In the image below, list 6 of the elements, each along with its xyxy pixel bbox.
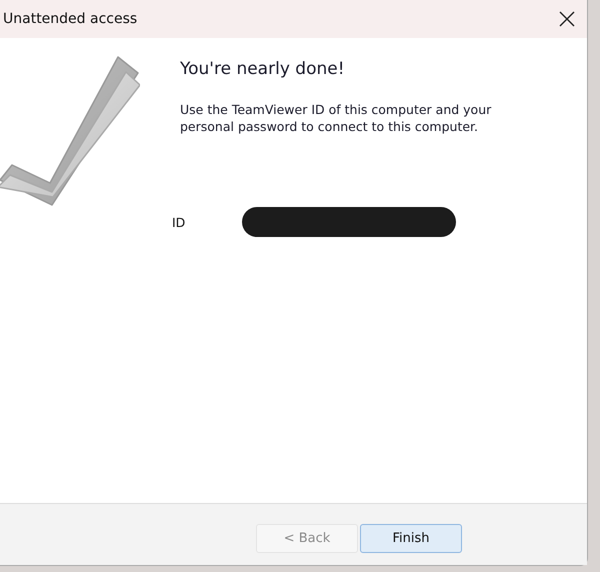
- finish-button[interactable]: Finish: [360, 524, 462, 553]
- close-icon[interactable]: [559, 11, 575, 27]
- window-title: Unattended access: [3, 11, 138, 27]
- heading: You're nearly done!: [180, 59, 346, 79]
- id-label: ID: [172, 214, 186, 230]
- description-text: Use the TeamViewer ID of this computer and your personal password to connect to this computer.: [180, 101, 492, 135]
